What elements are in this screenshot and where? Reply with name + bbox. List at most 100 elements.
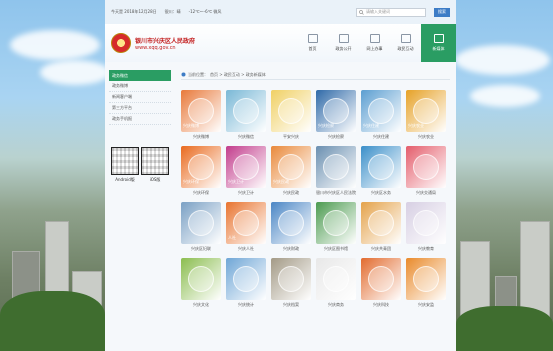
app-tile-item[interactable]: 兴庆教育 bbox=[406, 202, 446, 252]
app-tile-item[interactable]: 兴庆卫计 兴庆卫计 bbox=[226, 146, 266, 196]
app-icon[interactable] bbox=[406, 146, 446, 188]
sidebar-item-weibo[interactable]: 政务微博 bbox=[109, 81, 171, 92]
app-label[interactable]: 兴庆教育 bbox=[418, 246, 434, 252]
app-tile-item[interactable]: 兴庆档案 bbox=[271, 258, 311, 308]
app-label[interactable]: 兴庆微信 bbox=[238, 134, 254, 140]
app-tile-item[interactable]: 兴庆文化 bbox=[181, 258, 221, 308]
app-label[interactable]: 平安兴庆 bbox=[283, 134, 299, 140]
app-icon[interactable]: 兴庆检察 bbox=[316, 90, 356, 132]
site-logo[interactable]: 银川市兴庆区人民政府 www.xqq.gov.cn bbox=[105, 33, 255, 53]
nav-label: 政民互动 bbox=[397, 46, 414, 51]
sidebar-item-third-party[interactable]: 第三方平台 bbox=[109, 103, 171, 114]
app-tile-item[interactable]: 兴庆农业 兴庆农业 bbox=[406, 90, 446, 140]
app-tile-item[interactable]: 兴庆财政 bbox=[271, 202, 311, 252]
app-tile-item[interactable]: 兴庆微信 bbox=[226, 90, 266, 140]
nav-interaction[interactable]: 政民互动 bbox=[390, 24, 421, 62]
app-tile-item[interactable]: 兴庆民政 兴庆民政 bbox=[271, 146, 311, 196]
app-icon[interactable]: 兴庆民政 bbox=[271, 146, 311, 188]
app-tile-item[interactable]: 兴庆区妇联 bbox=[181, 202, 221, 252]
app-label[interactable]: 兴庆区水务 bbox=[371, 190, 391, 196]
app-tile-item[interactable]: 兴庆科技 bbox=[361, 258, 401, 308]
app-label[interactable]: 兴庆卫计 bbox=[238, 190, 254, 196]
app-icon[interactable] bbox=[181, 202, 221, 244]
app-tile-item[interactable]: 人社 兴庆人社 bbox=[226, 202, 266, 252]
app-icon[interactable]: 兴庆环保 bbox=[181, 146, 221, 188]
app-label[interactable]: 兴庆共青团 bbox=[371, 246, 391, 252]
app-tile-item[interactable]: 平安兴庆 bbox=[271, 90, 311, 140]
sidebar-item-news-client[interactable]: 新闻客户端 bbox=[109, 92, 171, 103]
app-tile-item[interactable]: 银川市兴庆区人民法院 bbox=[316, 146, 356, 196]
sidebar-item-wechat[interactable]: 政务微信 bbox=[109, 70, 171, 81]
app-tag: 兴庆民政 bbox=[273, 179, 289, 184]
search-input[interactable]: 请输入关键词 bbox=[356, 7, 426, 17]
app-icon[interactable]: 兴庆卫计 bbox=[226, 146, 266, 188]
app-label[interactable]: 兴庆交通局 bbox=[416, 190, 436, 196]
app-logo-icon bbox=[278, 266, 304, 292]
app-label[interactable]: 兴庆区图书馆 bbox=[324, 246, 348, 252]
app-tile-item[interactable]: 兴庆共青团 bbox=[361, 202, 401, 252]
app-tile-item[interactable]: 兴庆住建 兴庆住建 bbox=[361, 90, 401, 140]
sidebar-item-mobile-news[interactable]: 政务手机报 bbox=[109, 114, 171, 125]
app-label[interactable]: 兴庆统计 bbox=[238, 302, 254, 308]
qr-ios[interactable]: iOS版 bbox=[141, 147, 169, 183]
app-label[interactable]: 兴庆环保 bbox=[193, 190, 209, 196]
app-label[interactable]: 兴庆科技 bbox=[373, 302, 389, 308]
app-logo-icon bbox=[278, 154, 304, 180]
app-label[interactable]: 兴庆人社 bbox=[238, 246, 254, 252]
app-tile-item[interactable]: 兴庆微博 兴庆微博 bbox=[181, 90, 221, 140]
search-placeholder: 请输入关键词 bbox=[366, 9, 390, 14]
app-icon[interactable] bbox=[271, 202, 311, 244]
app-logo-icon bbox=[278, 98, 304, 124]
app-label[interactable]: 兴庆检察 bbox=[328, 134, 344, 140]
search-button[interactable]: 搜索 bbox=[434, 7, 450, 17]
app-icon[interactable] bbox=[406, 258, 446, 300]
app-tile-item[interactable]: 兴庆商务 bbox=[316, 258, 356, 308]
app-icon[interactable] bbox=[181, 258, 221, 300]
nav-online-services[interactable]: 网上办事 bbox=[359, 24, 390, 62]
app-label[interactable]: 兴庆区妇联 bbox=[191, 246, 211, 252]
app-tile-item[interactable]: 兴庆区水务 bbox=[361, 146, 401, 196]
app-icon[interactable] bbox=[316, 146, 356, 188]
app-label[interactable]: 兴庆微博 bbox=[193, 134, 209, 140]
app-label[interactable]: 兴庆民政 bbox=[283, 190, 299, 196]
nav-new-media[interactable]: 新媒体 bbox=[421, 24, 456, 62]
app-label[interactable]: 银川市兴庆区人民法院 bbox=[316, 190, 356, 196]
app-tile-item[interactable]: 兴庆区图书馆 bbox=[316, 202, 356, 252]
app-tile-item[interactable]: 兴庆检察 兴庆检察 bbox=[316, 90, 356, 140]
app-icon[interactable] bbox=[316, 258, 356, 300]
qr-label: iOS版 bbox=[149, 177, 161, 182]
breadcrumb: 当前位置： 首页 > 政民互动 > 政务新媒体 bbox=[181, 70, 450, 80]
app-label[interactable]: 兴庆档案 bbox=[283, 302, 299, 308]
app-icon[interactable] bbox=[226, 258, 266, 300]
app-label[interactable]: 兴庆农业 bbox=[418, 134, 434, 140]
app-tile-item[interactable]: 兴庆统计 bbox=[226, 258, 266, 308]
app-icon[interactable] bbox=[361, 146, 401, 188]
app-tile-item[interactable]: 兴庆交通局 bbox=[406, 146, 446, 196]
nav-government-affairs[interactable]: 政务公开 bbox=[328, 24, 359, 62]
app-label[interactable]: 兴庆住建 bbox=[373, 134, 389, 140]
app-icon[interactable] bbox=[361, 258, 401, 300]
app-icon[interactable]: 人社 bbox=[226, 202, 266, 244]
qr-android[interactable]: Android版 bbox=[111, 147, 139, 183]
app-icon[interactable] bbox=[316, 202, 356, 244]
app-tile-item[interactable]: 兴庆环保 兴庆环保 bbox=[181, 146, 221, 196]
app-icon[interactable]: 兴庆农业 bbox=[406, 90, 446, 132]
app-logo-icon bbox=[413, 98, 439, 124]
app-label[interactable]: 兴庆文化 bbox=[193, 302, 209, 308]
app-label[interactable]: 兴庆安监 bbox=[418, 302, 434, 308]
app-icon[interactable] bbox=[406, 202, 446, 244]
national-emblem-icon bbox=[111, 33, 131, 53]
app-tile-item[interactable]: 兴庆安监 bbox=[406, 258, 446, 308]
app-label[interactable]: 兴庆财政 bbox=[283, 246, 299, 252]
app-icon[interactable] bbox=[361, 202, 401, 244]
content-area: 当前位置： 首页 > 政民互动 > 政务新媒体 兴庆微博 兴庆微博 兴庆微信 平安兴庆… bbox=[175, 62, 456, 351]
app-icon[interactable]: 兴庆住建 bbox=[361, 90, 401, 132]
app-tag: 兴庆卫计 bbox=[228, 179, 244, 184]
app-label[interactable]: 兴庆商务 bbox=[328, 302, 344, 308]
nav-home[interactable]: 首页 bbox=[297, 24, 328, 62]
app-icon[interactable] bbox=[271, 90, 311, 132]
app-icon[interactable] bbox=[226, 90, 266, 132]
breadcrumb-path[interactable]: 首页 > 政民互动 > 政务新媒体 bbox=[210, 72, 266, 78]
app-icon[interactable]: 兴庆微博 bbox=[181, 90, 221, 132]
app-icon[interactable] bbox=[271, 258, 311, 300]
